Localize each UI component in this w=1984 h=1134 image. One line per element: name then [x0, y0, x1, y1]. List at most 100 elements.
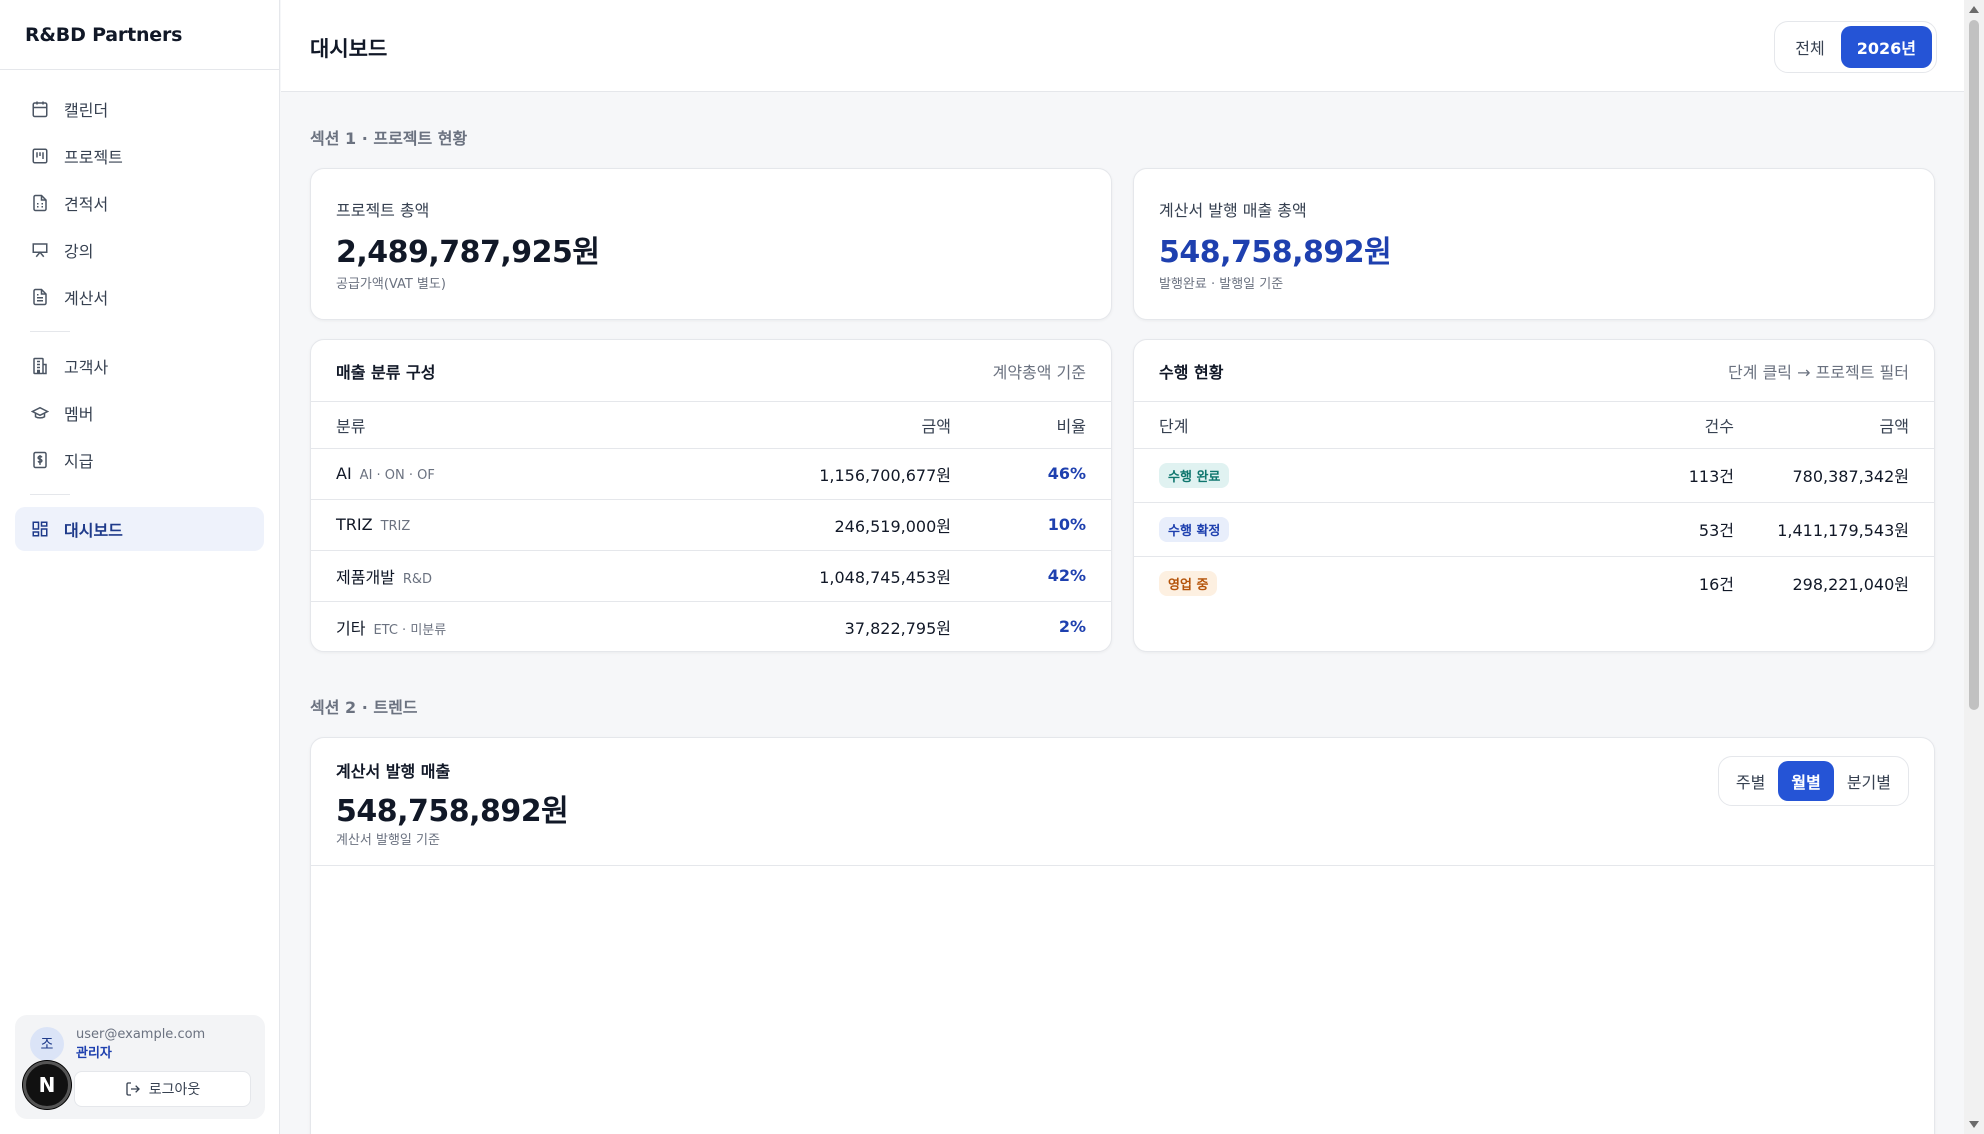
category-name: 제품개발: [336, 567, 395, 587]
category-ratio: 2%: [1058, 617, 1086, 637]
category-ratio: 46%: [951, 448, 1111, 500]
avatar: 조: [30, 1027, 64, 1061]
sidebar-item-members[interactable]: 멤버: [15, 391, 264, 435]
category-amount: 1,156,700,677원: [701, 448, 951, 500]
scroll-up-arrow[interactable]: [1969, 6, 1979, 13]
stage-badge[interactable]: 수행 확정: [1159, 516, 1230, 542]
performance-hint: 단계 클릭 → 프로젝트 필터: [1728, 362, 1909, 382]
logout-label: 로그아웃: [148, 1082, 201, 1098]
category-sub: R&D: [402, 571, 433, 587]
sidebar-item-label: 대시보드: [64, 521, 123, 540]
table-row: AI AI · ON · OF 1,156,700,677원 46%: [311, 448, 1111, 500]
invoice-icon: [30, 287, 50, 307]
user-email: user@example.com: [76, 1027, 206, 1042]
project-total-value: 2,489,787,925원: [336, 235, 600, 270]
period-option-weekly[interactable]: 주별: [1723, 761, 1778, 801]
invoice-total-sub: 발행완료 · 발행일 기준: [1159, 277, 1284, 292]
scroll-thumb[interactable]: [1969, 20, 1979, 710]
category-sub: TRIZ: [380, 519, 411, 534]
table-row: 제품개발 R&D 1,048,745,453원 42%: [311, 550, 1111, 602]
trend-chart-area: [311, 866, 1934, 1134]
user-role: 관리자: [76, 1046, 112, 1061]
table-row[interactable]: 영업 중 16건 298,221,040원: [1134, 556, 1934, 610]
sidebar-item-label: 고객사: [64, 358, 109, 377]
section-1-title: 섹션 1 · 프로젝트 현황: [310, 129, 468, 148]
brand-logo[interactable]: R&BD Partners: [0, 0, 279, 70]
project-icon: [30, 146, 50, 166]
page-header: 대시보드 전체 2026년: [281, 0, 1964, 92]
sidebar-divider: [30, 331, 70, 332]
logout-button[interactable]: 로그아웃: [74, 1071, 251, 1107]
column-header: 단계: [1134, 402, 1534, 449]
category-ratio: 10%: [951, 499, 1111, 551]
sidebar-item-label: 멤버: [64, 405, 94, 424]
column-header: 금액: [701, 402, 951, 449]
sidebar-item-label: 지급: [64, 452, 94, 471]
column-header: 비율: [951, 402, 1111, 449]
column-header: 금액: [1734, 402, 1934, 449]
trend-sub: 계산서 발행일 기준: [336, 833, 440, 848]
project-total-sub: 공급가액(VAT 별도): [336, 277, 446, 292]
sidebar-item-invoices[interactable]: 계산서: [15, 275, 264, 319]
sidebar-item-label: 캘린더: [64, 101, 109, 120]
stage-count: 53건: [1534, 502, 1734, 557]
document-icon: [30, 193, 50, 213]
sidebar-divider: [30, 494, 70, 495]
sidebar-item-calendar[interactable]: 캘린더: [15, 87, 264, 131]
revenue-breakdown-table: 분류 금액 비율 AI AI · ON · OF 1,156,700,677원 4…: [311, 402, 1111, 651]
stage-badge[interactable]: 수행 완료: [1159, 462, 1230, 488]
stage-amount: 1,411,179,543원: [1734, 502, 1934, 557]
sidebar-item-lectures[interactable]: 강의: [15, 228, 264, 272]
calendar-icon: [30, 99, 50, 119]
sidebar: R&BD Partners 캘린더 프로젝트 견적서 강의 계산서 고객사 멤버…: [0, 0, 280, 1134]
project-total-card: 프로젝트 총액 2,489,787,925원 공급가액(VAT 별도): [310, 168, 1112, 320]
building-icon: [30, 356, 50, 376]
table-row: 기타 ETC · 미분류 37,822,795원 2%: [311, 601, 1111, 651]
page-scrollbar[interactable]: [1964, 0, 1984, 1134]
category-ratio: 42%: [951, 550, 1111, 602]
page-title: 대시보드: [310, 37, 388, 61]
sidebar-item-label: 프로젝트: [64, 148, 123, 167]
sidebar-item-quotes[interactable]: 견적서: [15, 181, 264, 225]
column-header: 분류: [311, 402, 701, 449]
year-option-all[interactable]: 전체: [1779, 26, 1840, 68]
category-amount: 37,822,795원: [844, 618, 951, 638]
sidebar-item-label: 견적서: [64, 195, 109, 214]
category-name: 기타: [336, 618, 366, 638]
category-sub: ETC · 미분류: [373, 622, 447, 638]
revenue-breakdown-title: 매출 분류 구성: [336, 362, 436, 382]
period-option-quarterly[interactable]: 분기별: [1834, 761, 1904, 801]
trend-label: 계산서 발행 매출: [336, 762, 451, 781]
graduation-cap-icon: [30, 403, 50, 423]
sidebar-item-projects[interactable]: 프로젝트: [15, 134, 264, 178]
revenue-breakdown-card: 매출 분류 구성 계약총액 기준 분류 금액 비율 AI AI · ON · OF…: [310, 339, 1112, 652]
performance-card: 수행 현황 단계 클릭 → 프로젝트 필터 단계 건수 금액 수행 완료 113…: [1133, 339, 1935, 652]
sidebar-item-payments[interactable]: 지급: [15, 438, 264, 482]
year-option-2026[interactable]: 2026년: [1840, 26, 1932, 68]
sidebar-item-clients[interactable]: 고객사: [15, 344, 264, 388]
category-amount: 246,519,000원: [701, 499, 951, 551]
stage-amount: 780,387,342원: [1734, 448, 1934, 503]
sidebar-item-dashboard[interactable]: 대시보드: [15, 507, 264, 551]
sidebar-nav: 캘린더 프로젝트 견적서 강의 계산서 고객사 멤버 지급 대시보드: [0, 70, 279, 551]
invoice-total-card: 계산서 발행 매출 총액 548,758,892원 발행완료 · 발행일 기준: [1133, 168, 1935, 320]
dashboard-icon: [30, 519, 50, 539]
category-name: AI: [336, 464, 352, 483]
sidebar-item-label: 강의: [64, 242, 94, 261]
stage-badge[interactable]: 영업 중: [1159, 570, 1218, 596]
project-total-label: 프로젝트 총액: [336, 201, 430, 220]
invoice-total-label: 계산서 발행 매출 총액: [1159, 201, 1307, 220]
dev-tools-badge[interactable]: N: [23, 1061, 71, 1109]
category-name: TRIZ: [336, 515, 373, 534]
period-option-monthly[interactable]: 월별: [1778, 761, 1834, 801]
table-row[interactable]: 수행 완료 113건 780,387,342원: [1134, 448, 1934, 503]
table-row[interactable]: 수행 확정 53건 1,411,179,543원: [1134, 502, 1934, 557]
scroll-down-arrow[interactable]: [1969, 1121, 1979, 1128]
performance-table: 단계 건수 금액 수행 완료 113건 780,387,342원 수행 확정 5…: [1134, 402, 1934, 610]
performance-title: 수행 현황: [1159, 362, 1224, 382]
period-toggle: 주별 월별 분기별: [1717, 756, 1909, 806]
table-row: TRIZ TRIZ 246,519,000원 10%: [311, 499, 1111, 551]
dollar-receipt-icon: [30, 450, 50, 470]
year-filter: 전체 2026년: [1774, 21, 1937, 73]
column-header: 건수: [1534, 402, 1734, 449]
